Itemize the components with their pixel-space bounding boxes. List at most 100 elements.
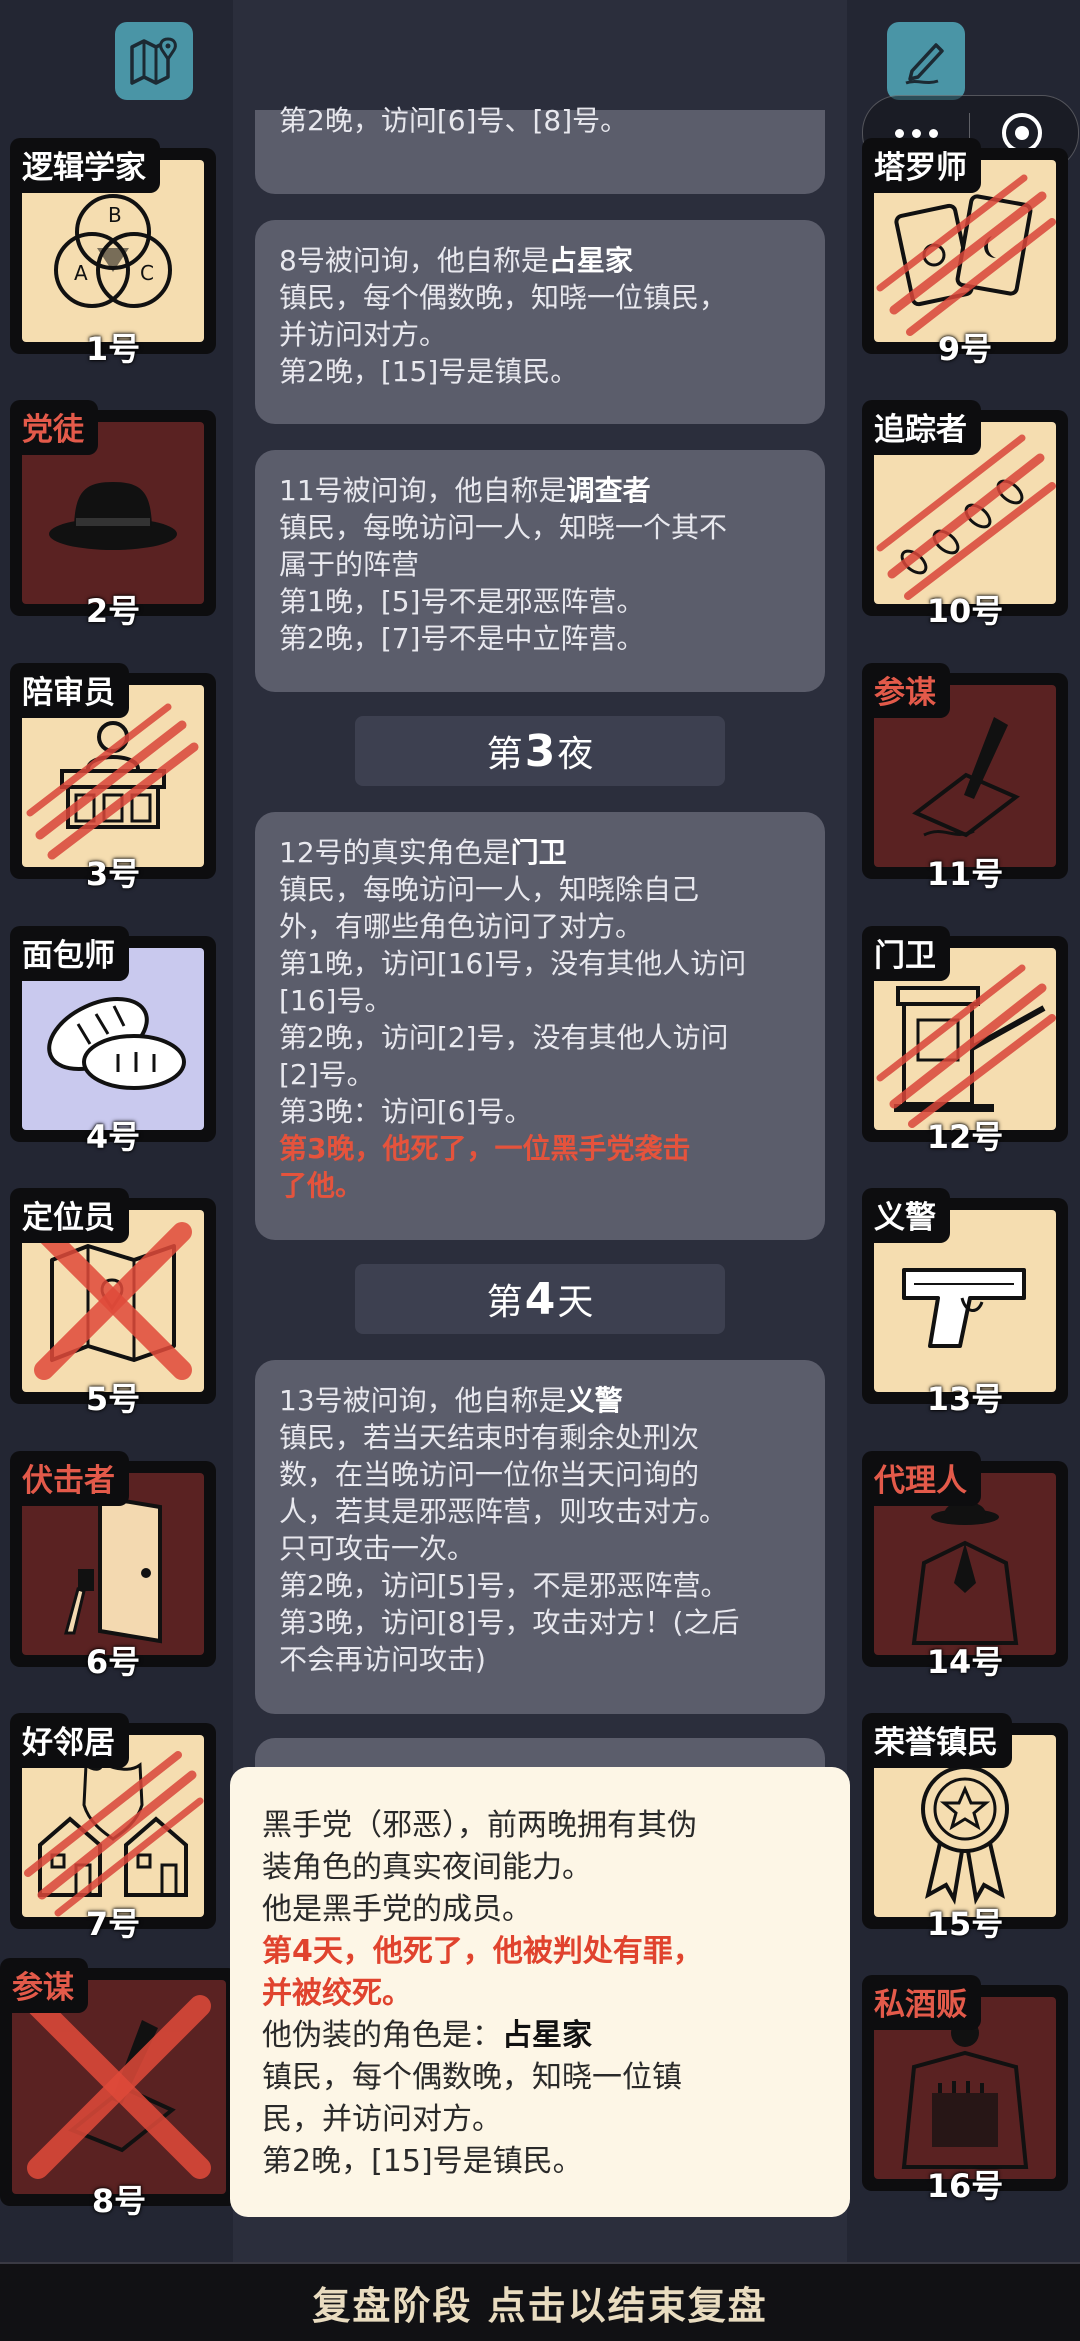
death-notice: 第4天，他死了，他被判处有罪， [262,1934,703,1969]
end-review-button[interactable]: 复盘阶段 点击以结束复盘 [0,2262,1080,2341]
player-number: 3号 [85,855,141,893]
player-card-8-selected[interactable]: 参谋 8号 [0,1958,238,2220]
disguise-role: 占星家 [502,2018,592,2053]
popup-line: 装角色的真实夜间能力。 [262,1850,592,1885]
day-4-header: 第4天 [355,1264,725,1334]
player-number: 15号 [926,1905,1004,1943]
log-line: [2]号。 [279,1058,375,1091]
log-line: 只可攻击一次。 [279,1532,476,1565]
player-number: 4号 [85,1118,141,1156]
role-tag: 塔罗师 [862,138,981,193]
role-tag: 逻辑学家 [10,138,160,193]
player-number: 14号 [926,1643,1004,1681]
phase-label: 天 [557,1282,594,1323]
map-pin-icon[interactable] [115,22,193,100]
log-line: 第2晚，访问[6]号、[8]号。 [279,104,629,137]
log-line: 并访问对方。 [279,318,448,351]
log-entry-8-claim: 8号被问询，他自称是占星家 镇民，每个偶数晚，知晓一位镇民， 并访问对方。 第2… [255,220,825,424]
phase-label: 第 [486,1282,523,1323]
player-card-14[interactable]: 代理人 14号 [862,1451,1068,1681]
log-line: 外，有哪些角色访问了对方。 [279,910,644,943]
player-card-16[interactable]: 私酒贩 16号 [862,1975,1068,2205]
player-card-5[interactable]: 定位员 5号 [10,1188,216,1418]
player-card-7[interactable]: 好邻居 7号 [10,1713,216,1943]
log-line: 13号被问询，他自称是 [279,1384,567,1417]
popup-line: 黑手党（邪恶），前两晚拥有其伪 [262,1808,697,1843]
close-miniprogram-icon[interactable] [1002,113,1042,153]
log-line: [16]号。 [279,984,393,1017]
popup-line: 镇民，每个偶数晚，知晓一位镇 [262,2060,682,2095]
log-line: 第1晚，访问[16]号，没有其他人访问 [279,947,747,980]
player-card-13[interactable]: 义警 13号 [862,1188,1068,1418]
log-line: 12号的真实角色是 [279,836,511,869]
player-card-4[interactable]: 面包师 4号 [10,926,216,1156]
log-line: 镇民，若当天结束时有剩余处刑次 [279,1421,700,1454]
player-card-2[interactable]: 党徒 2号 [10,400,216,630]
player-number: 9号 [937,330,993,368]
claimed-role: 占星家 [548,244,633,277]
log-entry-13-claim: 13号被问询，他自称是义警 镇民，若当天结束时有剩余处刑次 数，在当晚访问一位你… [255,1360,825,1714]
player-number: 8号 [91,2182,147,2220]
svg-text:C: C [140,261,154,285]
log-line: 第2晚，访问[5]号，不是邪恶阵营。 [279,1569,729,1602]
role-tag: 伏击者 [10,1451,129,1506]
death-notice: 了他。 [279,1169,364,1202]
log-line: 不会再访问攻击) [279,1643,486,1676]
player-number: 6号 [85,1643,141,1681]
player-number: 11号 [926,855,1004,893]
log-line: 人，若其是邪恶阵营，则攻击对方。 [279,1495,728,1528]
player-card-3[interactable]: 陪审员 3号 [10,663,216,893]
phase-label: 夜 [557,734,594,775]
player-number: 5号 [85,1380,141,1418]
role-tag: 党徒 [10,400,98,455]
player-card-12[interactable]: 门卫 12号 [862,926,1068,1156]
log-line: 第2晚，[15]号是镇民。 [279,355,579,388]
svg-text:A: A [74,261,88,285]
more-icon[interactable] [863,128,969,138]
death-notice: 第3晚，他死了，一位黑手党袭击 [279,1132,691,1165]
log-line: 第1晚，[5]号不是邪恶阵营。 [279,585,645,618]
player-card-10[interactable]: 追踪者 10号 [862,400,1068,630]
pen-icon[interactable] [887,22,965,100]
player-card-1[interactable]: B A C 逻辑学家 1号 [10,138,216,368]
true-role: 门卫 [510,836,567,869]
popup-line: 第2晚，[15]号是镇民。 [262,2144,583,2179]
player-8-detail-popup[interactable]: 黑手党（邪恶），前两晚拥有其伪 装角色的真实夜间能力。 他是黑手党的成员。 第4… [230,1767,850,2217]
role-tag: 门卫 [862,926,950,981]
log-line: 第2晚，访问[2]号，没有其他人访问 [279,1021,729,1054]
player-number: 2号 [85,592,141,630]
popup-line: 民，并访问对方。 [262,2102,502,2137]
role-tag: 参谋 [862,663,950,718]
svg-text:B: B [108,203,122,227]
log-line: 镇民，每晚访问一人，知晓一个其不 [279,511,728,544]
role-tag: 追踪者 [862,400,981,455]
player-number: 16号 [926,2167,1004,2205]
death-notice: 并被绞死。 [262,1976,412,2011]
night-3-header: 第3夜 [355,716,725,786]
role-tag: 好邻居 [10,1713,129,1768]
phase-number: 3 [524,725,556,777]
player-card-9[interactable]: 塔罗师 9号 [862,138,1068,368]
role-tag: 面包师 [10,926,129,981]
role-tag: 代理人 [862,1451,981,1506]
phase-label: 第 [486,734,523,775]
player-card-6[interactable]: 伏击者 6号 [10,1451,216,1681]
role-tag: 参谋 [0,1958,88,2013]
claimed-role: 调查者 [566,474,651,507]
popup-line: 他是黑手党的成员。 [262,1892,532,1927]
log-line: 数，在当晚访问一位你当天问询的 [279,1458,700,1491]
role-tag: 私酒贩 [862,1975,981,2030]
log-line: 属于的阵营 [279,548,420,581]
role-tag: 荣誉镇民 [862,1713,1012,1768]
player-number: 7号 [85,1905,141,1943]
log-entry-11-claim: 11号被问询，他自称是调查者 镇民，每晚访问一人，知晓一个其不 属于的阵营 第1… [255,450,825,692]
log-entry-fragment: 第2晚，访问[6]号、[8]号。 [255,104,825,194]
log-line: 第2晚，[7]号不是中立阵营。 [279,622,645,655]
player-card-11[interactable]: 参谋 11号 [862,663,1068,893]
player-card-15[interactable]: 荣誉镇民 15号 [862,1713,1068,1943]
log-line: 镇民，每个偶数晚，知晓一位镇民， [279,281,728,314]
log-line: 第3晚：访问[6]号。 [279,1095,533,1128]
phase-number: 4 [524,1273,556,1325]
claimed-role: 义警 [566,1384,623,1417]
log-line: 第3晚，访问[8]号，攻击对方！(之后 [279,1606,740,1639]
